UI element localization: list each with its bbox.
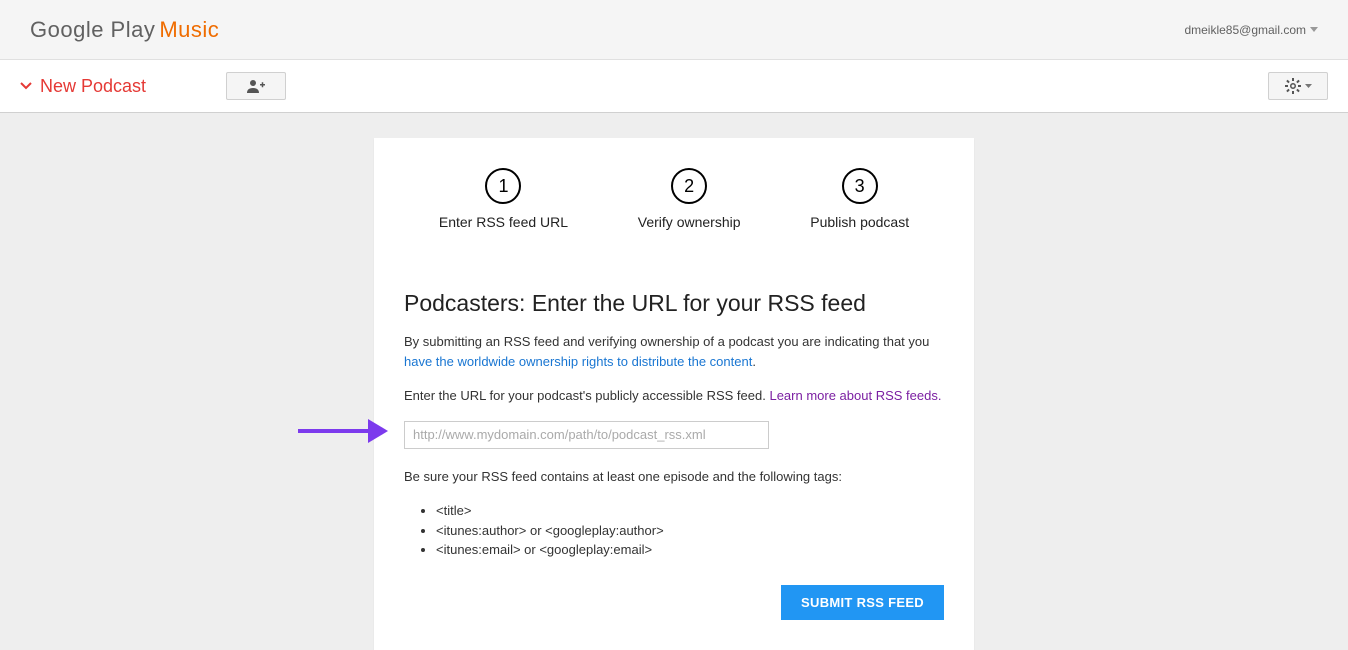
rss-url-input[interactable] [404, 421, 769, 449]
logo-music-text: Music [159, 17, 219, 43]
step-3: 3 Publish podcast [810, 168, 909, 230]
logo-google-play-text: Google Play [30, 17, 155, 43]
tags-intro-text: Be sure your RSS feed contains at least … [404, 467, 944, 487]
gear-icon [1285, 78, 1301, 94]
intro-period: . [752, 354, 756, 369]
step-label: Enter RSS feed URL [439, 214, 568, 230]
step-2: 2 Verify ownership [638, 168, 741, 230]
chevron-down-icon [1305, 84, 1312, 89]
required-tags-list: <title> <itunes:author> or <googleplay:a… [404, 501, 944, 560]
toolbar: New Podcast [0, 60, 1348, 113]
list-item: <title> [436, 501, 944, 521]
new-podcast-label: New Podcast [40, 76, 146, 97]
step-1: 1 Enter RSS feed URL [439, 168, 568, 230]
step-circle: 1 [485, 168, 521, 204]
step-circle: 3 [842, 168, 878, 204]
step-circle: 2 [671, 168, 707, 204]
step-label: Verify ownership [638, 214, 741, 230]
list-item: <itunes:email> or <googleplay:email> [436, 540, 944, 560]
chevron-down-icon [20, 82, 32, 90]
content-area: 1 Enter RSS feed URL 2 Verify ownership … [0, 113, 1348, 650]
intro-text-part: By submitting an RSS feed and verifying … [404, 334, 929, 349]
toolbar-left: New Podcast [20, 72, 286, 100]
user-email-text: dmeikle85@gmail.com [1184, 23, 1306, 37]
instruction-text-part: Enter the URL for your podcast's publicl… [404, 388, 769, 403]
settings-button[interactable] [1268, 72, 1328, 100]
user-account-dropdown[interactable]: dmeikle85@gmail.com [1184, 23, 1318, 37]
list-item: <itunes:author> or <googleplay:author> [436, 521, 944, 541]
intro-text: By submitting an RSS feed and verifying … [404, 332, 944, 371]
step-label: Publish podcast [810, 214, 909, 230]
instruction-text: Enter the URL for your podcast's publicl… [404, 386, 944, 406]
new-podcast-dropdown[interactable]: New Podcast [20, 76, 146, 97]
learn-more-link[interactable]: Learn more about RSS feeds. [769, 388, 941, 403]
main-card: 1 Enter RSS feed URL 2 Verify ownership … [374, 138, 974, 650]
chevron-down-icon [1310, 27, 1318, 33]
ownership-rights-link[interactable]: have the worldwide ownership rights to d… [404, 354, 752, 369]
add-person-button[interactable] [226, 72, 286, 100]
top-header: Google Play Music dmeikle85@gmail.com [0, 0, 1348, 60]
steps-container: 1 Enter RSS feed URL 2 Verify ownership … [404, 168, 944, 230]
page-heading: Podcasters: Enter the URL for your RSS f… [404, 290, 944, 317]
logo[interactable]: Google Play Music [30, 17, 219, 43]
submit-rss-button[interactable]: SUBMIT RSS FEED [781, 585, 944, 620]
person-add-icon [247, 79, 265, 93]
